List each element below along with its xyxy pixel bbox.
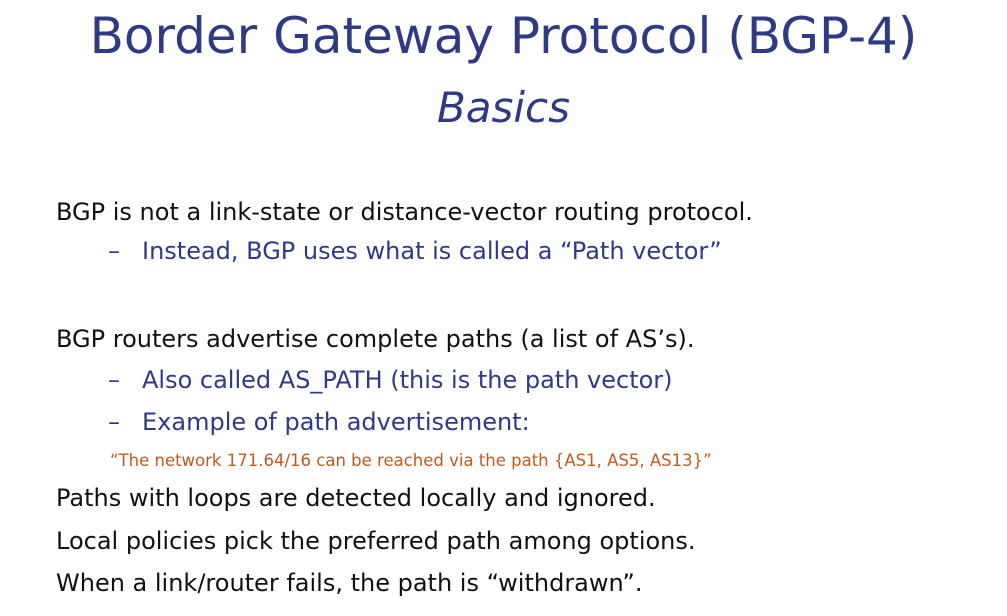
sub-bullet-as-path: – Also called AS_PATH (this is the path v… xyxy=(108,364,673,396)
dash-marker: – xyxy=(108,237,120,265)
bullet-loops-ignored: Paths with loops are detected locally an… xyxy=(56,484,656,512)
bullet-not-link-state: BGP is not a link-state or distance-vect… xyxy=(56,198,753,226)
sub-bullet-as-path-text: Also called AS_PATH (this is the path ve… xyxy=(142,366,673,394)
path-advertisement-quote: “The network 171.64/16 can be reached vi… xyxy=(110,451,712,470)
bullet-advertise-paths: BGP routers advertise complete paths (a … xyxy=(56,325,695,353)
sub-bullet-path-vector-text: Instead, BGP uses what is called a “Path… xyxy=(142,237,722,265)
dash-marker: – xyxy=(108,408,120,436)
bullet-path-withdrawn: When a link/router fails, the path is “w… xyxy=(56,569,643,597)
dash-marker: – xyxy=(108,366,120,394)
sub-bullet-example: – Example of path advertisement: xyxy=(108,406,530,438)
slide-title: Border Gateway Protocol (BGP-4) xyxy=(89,7,918,65)
slide-subtitle: Basics xyxy=(436,83,571,132)
sub-bullet-path-vector: – Instead, BGP uses what is called a “Pat… xyxy=(108,235,722,267)
bullet-local-policies: Local policies pick the preferred path a… xyxy=(56,527,696,555)
sub-bullet-example-text: Example of path advertisement: xyxy=(142,408,530,436)
